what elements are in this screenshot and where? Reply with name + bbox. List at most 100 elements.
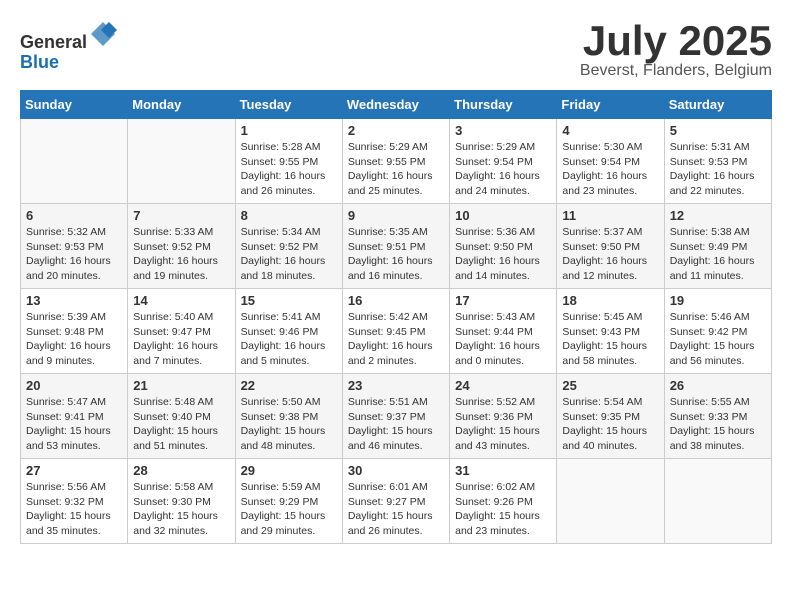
logo-icon bbox=[89, 20, 117, 48]
cell-data: Sunrise: 5:42 AM Sunset: 9:45 PM Dayligh… bbox=[348, 310, 444, 369]
calendar-cell bbox=[664, 459, 771, 544]
cell-data: Sunrise: 5:56 AM Sunset: 9:32 PM Dayligh… bbox=[26, 480, 122, 539]
day-number: 20 bbox=[26, 378, 122, 393]
day-number: 2 bbox=[348, 123, 444, 138]
weekday-sunday: Sunday bbox=[21, 91, 128, 119]
calendar-cell: 21 Sunrise: 5:48 AM Sunset: 9:40 PM Dayli… bbox=[128, 374, 235, 459]
cell-data: Sunrise: 5:59 AM Sunset: 9:29 PM Dayligh… bbox=[241, 480, 337, 539]
calendar-cell bbox=[21, 119, 128, 204]
weekday-header-row: SundayMondayTuesdayWednesdayThursdayFrid… bbox=[21, 91, 772, 119]
cell-data: Sunrise: 5:38 AM Sunset: 9:49 PM Dayligh… bbox=[670, 225, 766, 284]
day-number: 18 bbox=[562, 293, 658, 308]
cell-data: Sunrise: 5:39 AM Sunset: 9:48 PM Dayligh… bbox=[26, 310, 122, 369]
weekday-friday: Friday bbox=[557, 91, 664, 119]
day-number: 28 bbox=[133, 463, 229, 478]
cell-data: Sunrise: 5:29 AM Sunset: 9:55 PM Dayligh… bbox=[348, 140, 444, 199]
day-number: 13 bbox=[26, 293, 122, 308]
cell-data: Sunrise: 5:55 AM Sunset: 9:33 PM Dayligh… bbox=[670, 395, 766, 454]
calendar-cell: 19 Sunrise: 5:46 AM Sunset: 9:42 PM Dayli… bbox=[664, 289, 771, 374]
cell-data: Sunrise: 5:31 AM Sunset: 9:53 PM Dayligh… bbox=[670, 140, 766, 199]
calendar-cell: 25Sunrise: 5:54 AM Sunset: 9:35 PM Dayli… bbox=[557, 374, 664, 459]
cell-data: Sunrise: 5:28 AM Sunset: 9:55 PM Dayligh… bbox=[241, 140, 337, 199]
cell-data: Sunrise: 5:48 AM Sunset: 9:40 PM Dayligh… bbox=[133, 395, 229, 454]
cell-data: Sunrise: 6:02 AM Sunset: 9:26 PM Dayligh… bbox=[455, 480, 551, 539]
calendar-cell: 24 Sunrise: 5:52 AM Sunset: 9:36 PM Dayli… bbox=[450, 374, 557, 459]
cell-data: Sunrise: 5:29 AM Sunset: 9:54 PM Dayligh… bbox=[455, 140, 551, 199]
calendar-cell: 30 Sunrise: 6:01 AM Sunset: 9:27 PM Dayli… bbox=[342, 459, 449, 544]
page-header: General Blue July 2025 Beverst, Flanders… bbox=[20, 20, 772, 80]
calendar-cell: 1 Sunrise: 5:28 AM Sunset: 9:55 PM Daylig… bbox=[235, 119, 342, 204]
calendar-cell: 6Sunrise: 5:32 AM Sunset: 9:53 PM Daylig… bbox=[21, 204, 128, 289]
calendar-week-2: 6Sunrise: 5:32 AM Sunset: 9:53 PM Daylig… bbox=[21, 204, 772, 289]
cell-data: Sunrise: 6:01 AM Sunset: 9:27 PM Dayligh… bbox=[348, 480, 444, 539]
day-number: 31 bbox=[455, 463, 551, 478]
day-number: 22 bbox=[241, 378, 337, 393]
logo-blue: Blue bbox=[20, 53, 117, 73]
weekday-thursday: Thursday bbox=[450, 91, 557, 119]
cell-data: Sunrise: 5:30 AM Sunset: 9:54 PM Dayligh… bbox=[562, 140, 658, 199]
day-number: 30 bbox=[348, 463, 444, 478]
calendar-cell: 31 Sunrise: 6:02 AM Sunset: 9:26 PM Dayli… bbox=[450, 459, 557, 544]
day-number: 7 bbox=[133, 208, 229, 223]
logo: General Blue bbox=[20, 20, 117, 73]
day-number: 12 bbox=[670, 208, 766, 223]
calendar-cell: 12 Sunrise: 5:38 AM Sunset: 9:49 PM Dayli… bbox=[664, 204, 771, 289]
weekday-wednesday: Wednesday bbox=[342, 91, 449, 119]
cell-data: Sunrise: 5:52 AM Sunset: 9:36 PM Dayligh… bbox=[455, 395, 551, 454]
cell-data: Sunrise: 5:41 AM Sunset: 9:46 PM Dayligh… bbox=[241, 310, 337, 369]
day-number: 19 bbox=[670, 293, 766, 308]
cell-data: Sunrise: 5:45 AM Sunset: 9:43 PM Dayligh… bbox=[562, 310, 658, 369]
calendar-week-5: 27 Sunrise: 5:56 AM Sunset: 9:32 PM Dayli… bbox=[21, 459, 772, 544]
day-number: 15 bbox=[241, 293, 337, 308]
calendar-body: 1 Sunrise: 5:28 AM Sunset: 9:55 PM Daylig… bbox=[21, 119, 772, 544]
calendar-cell: 16 Sunrise: 5:42 AM Sunset: 9:45 PM Dayli… bbox=[342, 289, 449, 374]
cell-data: Sunrise: 5:54 AM Sunset: 9:35 PM Dayligh… bbox=[562, 395, 658, 454]
weekday-monday: Monday bbox=[128, 91, 235, 119]
month-title: July 2025 bbox=[580, 20, 772, 62]
calendar-cell bbox=[557, 459, 664, 544]
day-number: 16 bbox=[348, 293, 444, 308]
calendar-cell: 15 Sunrise: 5:41 AM Sunset: 9:46 PM Dayli… bbox=[235, 289, 342, 374]
weekday-tuesday: Tuesday bbox=[235, 91, 342, 119]
calendar-cell: 26 Sunrise: 5:55 AM Sunset: 9:33 PM Dayli… bbox=[664, 374, 771, 459]
cell-data: Sunrise: 5:58 AM Sunset: 9:30 PM Dayligh… bbox=[133, 480, 229, 539]
calendar-cell: 20Sunrise: 5:47 AM Sunset: 9:41 PM Dayli… bbox=[21, 374, 128, 459]
calendar-cell: 11Sunrise: 5:37 AM Sunset: 9:50 PM Dayli… bbox=[557, 204, 664, 289]
title-area: July 2025 Beverst, Flanders, Belgium bbox=[580, 20, 772, 80]
day-number: 27 bbox=[26, 463, 122, 478]
day-number: 8 bbox=[241, 208, 337, 223]
day-number: 29 bbox=[241, 463, 337, 478]
cell-data: Sunrise: 5:46 AM Sunset: 9:42 PM Dayligh… bbox=[670, 310, 766, 369]
calendar-cell: 13 Sunrise: 5:39 AM Sunset: 9:48 PM Dayli… bbox=[21, 289, 128, 374]
calendar-week-1: 1 Sunrise: 5:28 AM Sunset: 9:55 PM Daylig… bbox=[21, 119, 772, 204]
cell-data: Sunrise: 5:36 AM Sunset: 9:50 PM Dayligh… bbox=[455, 225, 551, 284]
day-number: 23 bbox=[348, 378, 444, 393]
day-number: 26 bbox=[670, 378, 766, 393]
calendar-cell: 27 Sunrise: 5:56 AM Sunset: 9:32 PM Dayli… bbox=[21, 459, 128, 544]
day-number: 21 bbox=[133, 378, 229, 393]
calendar-week-4: 20Sunrise: 5:47 AM Sunset: 9:41 PM Dayli… bbox=[21, 374, 772, 459]
cell-data: Sunrise: 5:32 AM Sunset: 9:53 PM Dayligh… bbox=[26, 225, 122, 284]
calendar-cell: 23Sunrise: 5:51 AM Sunset: 9:37 PM Dayli… bbox=[342, 374, 449, 459]
cell-data: Sunrise: 5:50 AM Sunset: 9:38 PM Dayligh… bbox=[241, 395, 337, 454]
calendar-table: SundayMondayTuesdayWednesdayThursdayFrid… bbox=[20, 90, 772, 544]
calendar-cell: 9Sunrise: 5:35 AM Sunset: 9:51 PM Daylig… bbox=[342, 204, 449, 289]
calendar-week-3: 13 Sunrise: 5:39 AM Sunset: 9:48 PM Dayli… bbox=[21, 289, 772, 374]
cell-data: Sunrise: 5:33 AM Sunset: 9:52 PM Dayligh… bbox=[133, 225, 229, 284]
calendar-cell: 29 Sunrise: 5:59 AM Sunset: 9:29 PM Dayli… bbox=[235, 459, 342, 544]
day-number: 1 bbox=[241, 123, 337, 138]
calendar-cell: 3 Sunrise: 5:29 AM Sunset: 9:54 PM Daylig… bbox=[450, 119, 557, 204]
day-number: 3 bbox=[455, 123, 551, 138]
cell-data: Sunrise: 5:43 AM Sunset: 9:44 PM Dayligh… bbox=[455, 310, 551, 369]
calendar-cell bbox=[128, 119, 235, 204]
day-number: 5 bbox=[670, 123, 766, 138]
cell-data: Sunrise: 5:34 AM Sunset: 9:52 PM Dayligh… bbox=[241, 225, 337, 284]
calendar-cell: 5 Sunrise: 5:31 AM Sunset: 9:53 PM Daylig… bbox=[664, 119, 771, 204]
day-number: 11 bbox=[562, 208, 658, 223]
calendar-cell: 22 Sunrise: 5:50 AM Sunset: 9:38 PM Dayli… bbox=[235, 374, 342, 459]
day-number: 4 bbox=[562, 123, 658, 138]
calendar-cell: 14Sunrise: 5:40 AM Sunset: 9:47 PM Dayli… bbox=[128, 289, 235, 374]
calendar-cell: 17Sunrise: 5:43 AM Sunset: 9:44 PM Dayli… bbox=[450, 289, 557, 374]
day-number: 24 bbox=[455, 378, 551, 393]
calendar-cell: 18 Sunrise: 5:45 AM Sunset: 9:43 PM Dayli… bbox=[557, 289, 664, 374]
